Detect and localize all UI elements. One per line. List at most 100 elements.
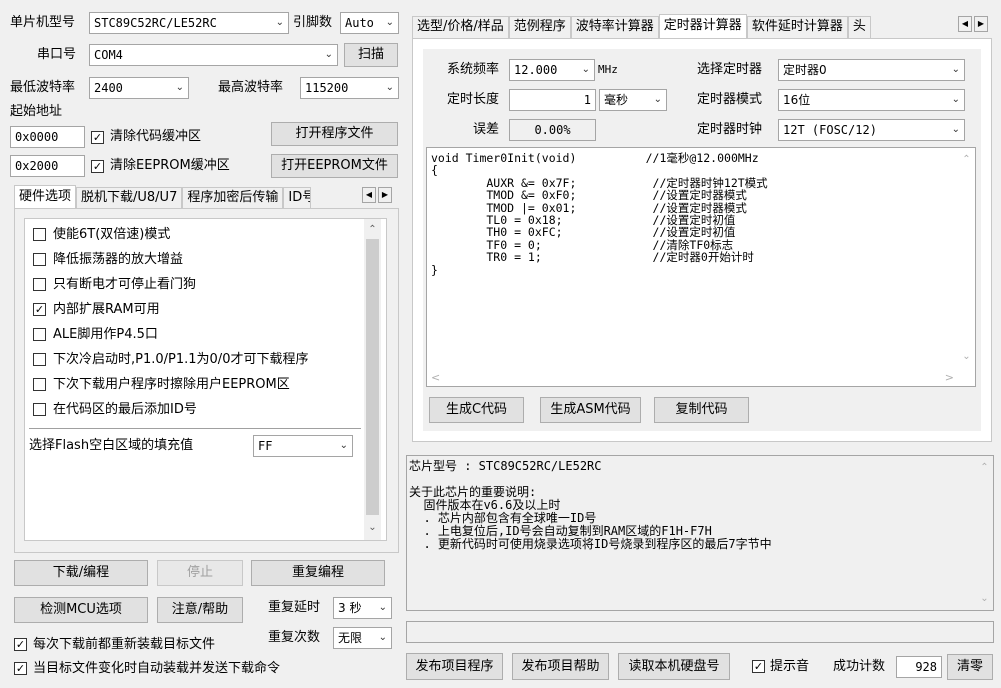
mcu-type-label: 单片机型号 xyxy=(10,15,76,30)
timer-clock-select[interactable]: 12T (FOSC/12) ⌄ xyxy=(778,119,965,141)
download-program-button[interactable]: 下载/编程 xyxy=(14,560,148,586)
generate-asm-code-button[interactable]: 生成ASM代码 xyxy=(540,397,641,423)
pin-count-label: 引脚数 xyxy=(293,15,333,30)
option-checkbox[interactable] xyxy=(33,328,46,341)
fill-value-select[interactable]: FF ⌄ xyxy=(253,435,353,457)
select-timer-value: 定时器0 xyxy=(783,63,827,77)
chip-info-text: 芯片型号 : STC89C52RC/LE52RC 关于此芯片的重要说明: 固件版… xyxy=(409,459,772,551)
option-checkbox[interactable] xyxy=(33,403,46,416)
option-checkbox[interactable] xyxy=(33,353,46,366)
tab-hardware-options[interactable]: 硬件选项 xyxy=(14,185,77,209)
auto-load-label: 当目标文件变化时自动装载并发送下载命令 xyxy=(33,661,281,676)
scrollbar-thumb[interactable] xyxy=(366,239,379,515)
tab-offline-download[interactable]: 脱机下载/U8/U7 xyxy=(76,187,183,209)
chevron-up-icon[interactable]: ⌃ xyxy=(958,151,975,168)
timer-length-unit-value: 毫秒 xyxy=(604,93,629,107)
timer-calculator-page: 系统频率 12.000 ⌄ MHz 选择定时器 定时器0 ⌄ 定时长度 1 毫秒… xyxy=(412,38,992,442)
chevron-down-icon: ⌄ xyxy=(275,17,284,28)
tab-timer-calculator[interactable]: 定时器计算器 xyxy=(658,14,747,38)
chevron-down-icon: ⌄ xyxy=(339,440,348,451)
option-checkbox[interactable] xyxy=(33,278,46,291)
tab-scroll-left-icon[interactable]: ◀ xyxy=(362,187,376,203)
tab-scroll-right-icon[interactable]: ▶ xyxy=(974,16,988,32)
max-baud-select[interactable]: 115200 ⌄ xyxy=(300,77,399,99)
chevron-down-icon[interactable]: ⌄ xyxy=(958,348,975,365)
tab-selection-price[interactable]: 选型/价格/样品 xyxy=(412,16,509,38)
chevron-right-icon[interactable]: > xyxy=(945,369,954,386)
min-baud-label: 最低波特率 xyxy=(10,80,76,95)
detect-mcu-button[interactable]: 检测MCU选项 xyxy=(14,597,148,623)
chevron-up-icon[interactable]: ⌃ xyxy=(364,221,381,238)
pin-count-select[interactable]: Auto ⌄ xyxy=(340,12,399,34)
reload-before-download-checkbox[interactable]: ✓ xyxy=(14,638,27,651)
chip-info-panel: 芯片型号 : STC89C52RC/LE52RC 关于此芯片的重要说明: 固件版… xyxy=(406,455,994,611)
tab-id-number[interactable]: ID号 xyxy=(283,187,312,209)
open-program-button[interactable]: 打开程序文件 xyxy=(271,122,398,146)
options-scrollbar[interactable]: ⌃ ⌄ xyxy=(364,219,381,540)
copy-code-button[interactable]: 复制代码 xyxy=(654,397,749,423)
eeprom-address-input[interactable]: 0x2000 xyxy=(10,155,85,177)
repeat-delay-value: 3 秒 xyxy=(338,601,362,615)
max-baud-label: 最高波特率 xyxy=(218,80,284,95)
serial-port-select[interactable]: COM4 ⌄ xyxy=(89,44,338,66)
open-eeprom-button[interactable]: 打开EEPROM文件 xyxy=(271,154,398,178)
tab-header-files[interactable]: 头 xyxy=(847,16,871,38)
clear-eeprom-checkbox[interactable]: ✓ xyxy=(91,160,104,173)
chevron-down-icon[interactable]: ⌄ xyxy=(364,519,381,536)
timer-mode-select[interactable]: 16位 ⌄ xyxy=(778,89,965,111)
chevron-left-icon[interactable]: < xyxy=(431,369,440,386)
right-tab-bar: 选型/价格/样品 范例程序 波特率计算器 定时器计算器 软件延时计算器头 xyxy=(412,14,957,38)
auto-load-checkbox[interactable]: ✓ xyxy=(14,662,27,675)
min-baud-value: 2400 xyxy=(94,81,123,95)
mcu-type-select[interactable]: STC89C52RC/LE52RC ⌄ xyxy=(89,12,289,34)
timer-length-input[interactable]: 1 xyxy=(509,89,596,111)
success-count-label: 成功计数 xyxy=(833,659,886,674)
timer-mode-label: 定时器模式 xyxy=(697,92,763,107)
option-checkbox[interactable] xyxy=(33,253,46,266)
min-baud-select[interactable]: 2400 ⌄ xyxy=(89,77,189,99)
code-address-input[interactable]: 0x0000 xyxy=(10,126,85,148)
clear-code-checkbox[interactable]: ✓ xyxy=(91,131,104,144)
stop-button[interactable]: 停止 xyxy=(157,560,243,586)
sound-checkbox[interactable]: ✓ xyxy=(752,660,765,673)
start-address-label: 起始地址 xyxy=(10,104,63,119)
option-label: 下次冷启动时,P1.0/P1.1为0/0才可下载程序 xyxy=(53,352,309,367)
tab-scroll-right-icon[interactable]: ▶ xyxy=(378,187,392,203)
timer-clock-label: 定时器时钟 xyxy=(697,122,763,137)
chevron-down-icon: ⌄ xyxy=(951,94,960,105)
chevron-down-icon: ⌄ xyxy=(385,17,394,28)
option-checkbox[interactable]: ✓ xyxy=(33,303,46,316)
system-clock-select[interactable]: 12.000 ⌄ xyxy=(509,59,595,81)
option-label: ALE脚用作P4.5口 xyxy=(53,327,158,342)
tab-delay-calculator[interactable]: 软件延时计算器 xyxy=(746,16,848,38)
scan-button[interactable]: 扫描 xyxy=(344,43,398,67)
generated-code-area[interactable]: void Timer0Init(void) //1毫秒@12.000MHz { … xyxy=(426,147,976,387)
tab-baud-calculator[interactable]: 波特率计算器 xyxy=(570,16,659,38)
error-value: 0.00% xyxy=(509,119,596,141)
help-button[interactable]: 注意/帮助 xyxy=(157,597,243,623)
repeat-count-select[interactable]: 无限 ⌄ xyxy=(333,627,392,649)
chevron-down-icon: ⌄ xyxy=(951,64,960,75)
info-scrollbar[interactable]: ⌃ ⌄ xyxy=(976,456,993,610)
select-timer-select[interactable]: 定时器0 ⌄ xyxy=(778,59,965,81)
clear-count-button[interactable]: 清零 xyxy=(947,654,993,680)
generate-c-code-button[interactable]: 生成C代码 xyxy=(429,397,524,423)
chevron-up-icon[interactable]: ⌃ xyxy=(976,459,993,476)
timer-length-unit-select[interactable]: 毫秒 ⌄ xyxy=(599,89,667,111)
read-disk-id-button[interactable]: 读取本机硬盘号 xyxy=(618,653,730,680)
option-checkbox[interactable] xyxy=(33,228,46,241)
publish-help-button[interactable]: 发布项目帮助 xyxy=(512,653,609,680)
publish-program-button[interactable]: 发布项目程序 xyxy=(406,653,503,680)
clear-eeprom-label: 清除EEPROM缓冲区 xyxy=(110,158,230,173)
repeat-delay-select[interactable]: 3 秒 ⌄ xyxy=(333,597,392,619)
code-vertical-scrollbar[interactable]: ⌃ ⌄ xyxy=(958,148,975,369)
code-horizontal-scrollbar[interactable]: < > xyxy=(427,369,958,386)
tab-scroll-left-icon[interactable]: ◀ xyxy=(958,16,972,32)
repeat-program-button[interactable]: 重复编程 xyxy=(251,560,385,586)
tab-example-programs[interactable]: 范例程序 xyxy=(508,16,571,38)
option-checkbox[interactable] xyxy=(33,378,46,391)
chevron-down-icon: ⌄ xyxy=(378,632,387,643)
chevron-down-icon[interactable]: ⌄ xyxy=(976,590,993,607)
tab-encrypted-transfer[interactable]: 程序加密后传输 xyxy=(182,187,284,209)
timer-form: 系统频率 12.000 ⌄ MHz 选择定时器 定时器0 ⌄ 定时长度 1 毫秒… xyxy=(423,49,981,431)
